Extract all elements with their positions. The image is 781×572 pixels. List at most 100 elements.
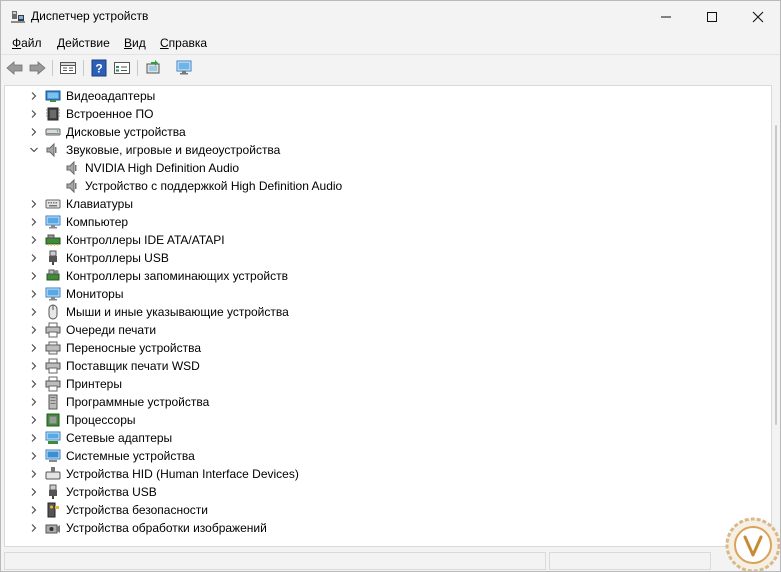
- menu-action[interactable]: Действие: [57, 36, 110, 50]
- chevron-right-icon[interactable]: [29, 217, 39, 227]
- chevron-right-icon[interactable]: [29, 397, 39, 407]
- scan-hardware-button[interactable]: [174, 58, 194, 78]
- tree-category[interactable]: Процессоры: [5, 411, 765, 429]
- tree-category[interactable]: Поставщик печати WSD: [5, 357, 765, 375]
- chevron-right-icon[interactable]: [29, 289, 39, 299]
- chevron-right-icon[interactable]: [29, 361, 39, 371]
- tree-item-label: Очереди печати: [66, 323, 157, 337]
- tree-category[interactable]: Компьютер: [5, 213, 765, 231]
- watermark-logo-icon: [725, 517, 780, 571]
- maximize-button[interactable]: [689, 1, 735, 33]
- back-arrow-icon: [6, 61, 23, 75]
- tree-category[interactable]: Клавиатуры: [5, 195, 765, 213]
- tree-category[interactable]: Устройства USB: [5, 483, 765, 501]
- tree-item-label: Устройства обработки изображений: [66, 521, 267, 535]
- ide-controller-icon: [45, 234, 61, 246]
- update-driver-icon: [146, 60, 160, 74]
- tree-item-label: NVIDIA High Definition Audio: [85, 161, 240, 175]
- vertical-scrollbar[interactable]: [772, 85, 780, 547]
- status-bar: [1, 549, 780, 571]
- chevron-right-icon[interactable]: [29, 505, 39, 515]
- tree-category[interactable]: Мыши и иные указывающие устройства: [5, 303, 765, 321]
- chevron-right-icon[interactable]: [29, 109, 39, 119]
- menu-bar: Файл Действие Вид Справка: [1, 33, 780, 53]
- tree-category[interactable]: Встроенное ПО: [5, 105, 765, 123]
- tree-category[interactable]: Устройства безопасности: [5, 501, 765, 519]
- tree-category[interactable]: Переносные устройства: [5, 339, 765, 357]
- chevron-right-icon[interactable]: [29, 343, 39, 353]
- back-button[interactable]: [5, 58, 25, 78]
- chevron-right-icon[interactable]: [29, 469, 39, 479]
- close-button[interactable]: [735, 1, 780, 33]
- help-button[interactable]: ?: [89, 58, 109, 78]
- tree-category[interactable]: Видеоадаптеры: [5, 87, 765, 105]
- chevron-right-icon[interactable]: [29, 433, 39, 443]
- tree-category[interactable]: Сетевые адаптеры: [5, 429, 765, 447]
- chevron-right-icon[interactable]: [29, 379, 39, 389]
- storage-controller-icon: [46, 269, 60, 281]
- tree-device[interactable]: Устройство с поддержкой High Definition …: [5, 177, 765, 195]
- chevron-right-icon[interactable]: [29, 451, 39, 461]
- tree-category[interactable]: Устройства HID (Human Interface Devices): [5, 465, 765, 483]
- tree-item-label: Видеоадаптеры: [66, 89, 156, 103]
- status-segment: [549, 552, 711, 570]
- minimize-icon: [661, 16, 671, 18]
- software-device-icon: [48, 394, 58, 410]
- tree-category[interactable]: Принтеры: [5, 375, 765, 393]
- menu-file[interactable]: Файл: [12, 36, 42, 50]
- tree-category[interactable]: Устройства обработки изображений: [5, 519, 765, 537]
- chevron-right-icon[interactable]: [29, 235, 39, 245]
- chevron-right-icon[interactable]: [29, 253, 39, 263]
- chevron-right-icon[interactable]: [29, 523, 39, 533]
- properties-button[interactable]: [58, 58, 78, 78]
- tree-item-label: Поставщик печати WSD: [66, 359, 200, 373]
- minimize-button[interactable]: [643, 1, 689, 33]
- tree-category[interactable]: Контроллеры запоминающих устройств: [5, 267, 765, 285]
- window-title: Диспетчер устройств: [31, 9, 149, 23]
- tree-item-label: Дисковые устройства: [66, 125, 186, 139]
- chevron-right-icon[interactable]: [29, 307, 39, 317]
- tree-category[interactable]: Контроллеры USB: [5, 249, 765, 267]
- tree-category[interactable]: Системные устройства: [5, 447, 765, 465]
- camera-icon: [45, 524, 60, 534]
- tree-category[interactable]: Звуковые, игровые и видеоустройства: [5, 141, 765, 159]
- properties-icon: [60, 62, 76, 74]
- chevron-right-icon[interactable]: [29, 487, 39, 497]
- chevron-right-icon[interactable]: [29, 325, 39, 335]
- tree-item-label: Программные устройства: [66, 395, 210, 409]
- tree-category[interactable]: Очереди печати: [5, 321, 765, 339]
- tree-category[interactable]: Программные устройства: [5, 393, 765, 411]
- device-manager-window: Диспетчер устройств Файл Действие Вид Сп…: [0, 0, 781, 572]
- speaker-icon: [66, 160, 77, 176]
- network-adapter-icon: [45, 431, 61, 444]
- chevron-right-icon[interactable]: [29, 415, 39, 425]
- update-driver-button[interactable]: [143, 58, 163, 78]
- tree-item-label: Мыши и иные указывающие устройства: [66, 305, 289, 319]
- tree-category[interactable]: Мониторы: [5, 285, 765, 303]
- device-tree[interactable]: Видеоадаптеры Встроенное ПО Дисковые устро…: [4, 85, 772, 547]
- tree-item-label: Принтеры: [66, 377, 122, 391]
- speaker-icon: [66, 178, 77, 194]
- details-button[interactable]: [112, 58, 132, 78]
- forward-button[interactable]: [27, 58, 47, 78]
- device-manager-app-icon: [11, 11, 25, 23]
- tree-item-label: Контроллеры запоминающих устройств: [66, 269, 288, 283]
- chevron-right-icon[interactable]: [29, 91, 39, 101]
- tree-device[interactable]: NVIDIA High Definition Audio: [5, 159, 765, 177]
- details-icon: [114, 62, 130, 74]
- menu-help[interactable]: Справка: [160, 36, 207, 50]
- tree-item-label: Звуковые, игровые и видеоустройства: [66, 143, 281, 157]
- tree-category[interactable]: Контроллеры IDE ATA/ATAPI: [5, 231, 765, 249]
- help-icon: ?: [91, 59, 107, 77]
- chevron-right-icon[interactable]: [29, 127, 39, 137]
- chevron-right-icon[interactable]: [29, 271, 39, 281]
- chevron-down-icon[interactable]: [29, 145, 39, 155]
- tree-category[interactable]: Дисковые устройства: [5, 123, 765, 141]
- menu-file-accesskey: Ф: [12, 36, 22, 50]
- title-bar[interactable]: Диспетчер устройств: [1, 1, 780, 33]
- scrollbar-thumb[interactable]: [775, 125, 777, 425]
- forward-arrow-icon: [29, 61, 46, 75]
- speaker-icon: [46, 142, 57, 158]
- chevron-right-icon[interactable]: [29, 199, 39, 209]
- menu-view[interactable]: Вид: [124, 36, 146, 50]
